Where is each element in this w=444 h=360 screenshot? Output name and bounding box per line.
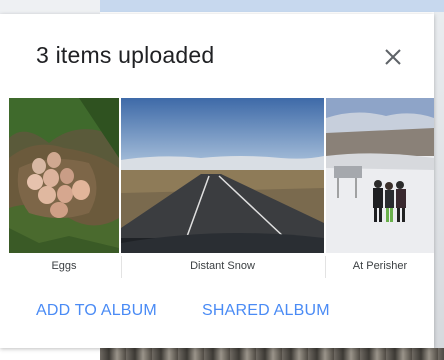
thumbnail-label-at-perisher: At Perisher: [352, 260, 408, 272]
thumbnail-label-distant-snow: Distant Snow: [190, 260, 255, 272]
close-button[interactable]: [378, 42, 408, 72]
thumbnail-label-eggs: Eggs: [51, 260, 77, 272]
background-gallery-right: [434, 12, 444, 348]
add-to-album-button[interactable]: ADD TO ALBUM: [36, 302, 157, 320]
thumbnail-distant-snow[interactable]: [121, 98, 324, 253]
eggs-photo: [9, 98, 119, 253]
thumbnail-at-perisher[interactable]: [326, 98, 434, 253]
distant-snow-photo: [121, 98, 324, 253]
dialog-title: 3 items uploaded: [36, 42, 215, 68]
uploaded-thumbnails: [9, 98, 434, 253]
background-gallery-top: [100, 0, 444, 12]
shared-album-button[interactable]: SHARED ALBUM: [202, 302, 330, 320]
at-perisher-photo: [326, 98, 434, 253]
thumbnail-eggs[interactable]: [9, 98, 119, 253]
upload-complete-dialog: 3 items uploaded Eggs Distant Snow At Pe…: [0, 14, 434, 348]
close-icon: [385, 49, 401, 65]
background-gallery-bottom: [100, 348, 444, 360]
